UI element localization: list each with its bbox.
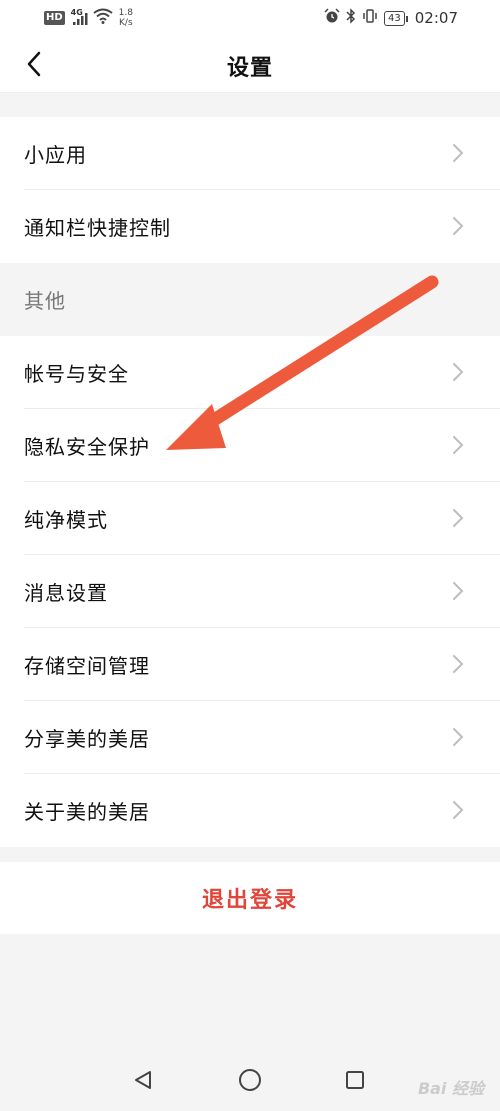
title-bar: 设置 (0, 36, 500, 93)
settings-item-label: 纯净模式 (24, 508, 108, 532)
settings-item-label: 存储空间管理 (24, 654, 150, 678)
settings-item-notification-shortcuts[interactable]: 通知栏快捷控制 (0, 190, 500, 263)
settings-item-label: 帐号与安全 (24, 362, 129, 386)
chevron-right-icon (453, 655, 464, 673)
status-left: HD 4G 1.8 K/s (44, 8, 133, 28)
settings-item-pure-mode[interactable]: 纯净模式 (0, 482, 500, 555)
section-header-label: 其他 (24, 288, 66, 313)
page-title: 设置 (226, 56, 273, 81)
settings-item-privacy-protection[interactable]: 隐私安全保护 (0, 409, 500, 482)
settings-item-about[interactable]: 关于美的美居 (0, 774, 500, 847)
settings-item-storage-management[interactable]: 存储空间管理 (0, 628, 500, 701)
settings-section-apps: 小应用 通知栏快捷控制 (0, 117, 500, 263)
chevron-right-icon (453, 217, 464, 235)
chevron-right-icon (453, 509, 464, 527)
settings-item-label: 消息设置 (24, 581, 108, 605)
settings-item-label: 分享美的美居 (24, 727, 150, 751)
chevron-right-icon (453, 436, 464, 454)
settings-item-mini-apps[interactable]: 小应用 (0, 117, 500, 190)
settings-item-account-security[interactable]: 帐号与安全 (0, 336, 500, 409)
logout-label: 退出登录 (201, 888, 298, 913)
settings-item-label: 通知栏快捷控制 (24, 216, 171, 240)
bluetooth-icon (346, 8, 356, 28)
chevron-right-icon (453, 728, 464, 746)
section-header-other: 其他 (0, 262, 500, 336)
circle-home-icon (239, 1069, 261, 1091)
logout-button[interactable]: 退出登录 (0, 862, 500, 934)
chevron-right-icon (453, 363, 464, 381)
nav-back-button[interactable] (128, 1065, 158, 1095)
square-recents-icon (346, 1071, 364, 1089)
hd-badge: HD (44, 11, 65, 25)
status-time: 02:07 (414, 9, 458, 27)
chevron-right-icon (453, 801, 464, 819)
signal-icon: 4G (71, 8, 88, 26)
chevron-right-icon (453, 144, 464, 162)
watermark: Bai 经验 (417, 1079, 484, 1098)
settings-item-share-app[interactable]: 分享美的美居 (0, 701, 500, 774)
nav-home-button[interactable] (235, 1065, 265, 1095)
wifi-icon (93, 8, 113, 28)
battery-icon: 43 (384, 10, 408, 26)
triangle-back-icon (135, 1071, 151, 1089)
settings-item-label: 隐私安全保护 (24, 435, 150, 459)
status-bar: HD 4G 1.8 K/s 43 02:07 (0, 0, 500, 36)
settings-item-label: 小应用 (24, 143, 87, 167)
speed-unit: K/s (119, 18, 133, 28)
nav-recents-button[interactable] (340, 1065, 370, 1095)
settings-item-label: 关于美的美居 (24, 800, 150, 824)
speed-value: 1.8 (118, 8, 133, 18)
vibrate-icon (362, 8, 378, 28)
network-speed: 1.8 K/s (119, 8, 133, 28)
settings-section-other: 帐号与安全 隐私安全保护 纯净模式 消息设置 存储空间管理 分享美的美居 关于美… (0, 336, 500, 847)
alarm-icon (324, 8, 340, 28)
settings-item-message-settings[interactable]: 消息设置 (0, 555, 500, 628)
status-right: 43 02:07 (324, 8, 458, 28)
chevron-right-icon (453, 582, 464, 600)
